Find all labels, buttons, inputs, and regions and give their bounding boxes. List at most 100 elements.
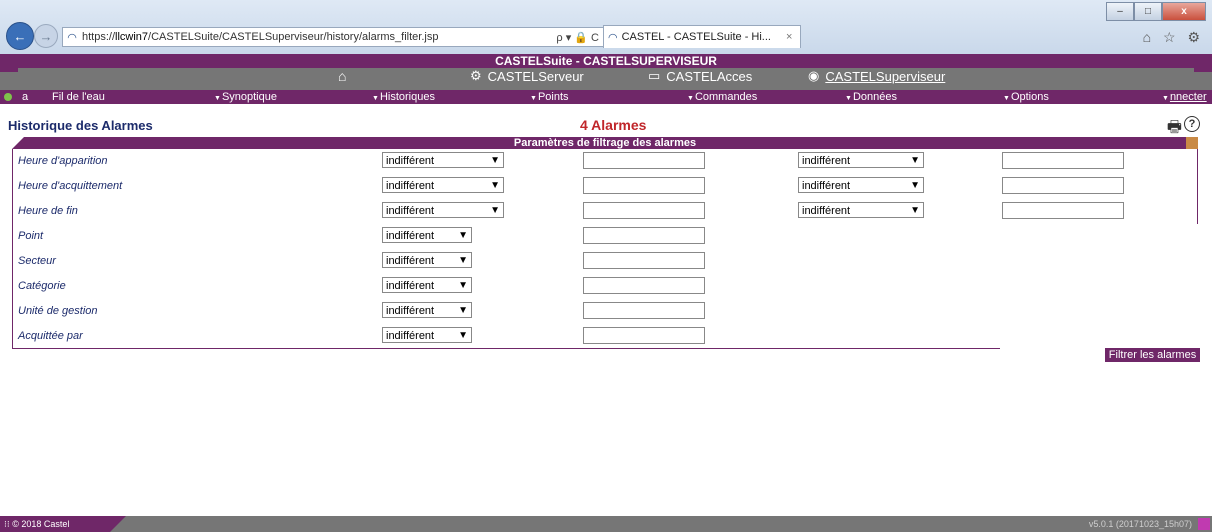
- filter-label: Catégorie: [18, 280, 66, 292]
- app-title: CASTELSuite - CASTELSUPERVISEUR: [0, 54, 1212, 68]
- back-button[interactable]: ←: [6, 22, 34, 50]
- time-condition-select[interactable]: indifférent ▼: [382, 202, 504, 218]
- chevron-down-icon: ▼: [687, 95, 694, 102]
- browser-tab[interactable]: ◠ CASTEL - CASTELSuite - Hi... ×: [603, 25, 801, 48]
- version-label: v5.0.1 (20171023_15h07): [1088, 519, 1192, 529]
- filter-label: Acquittée par: [18, 330, 83, 342]
- section-corner: [12, 137, 24, 149]
- footer-copyright: ⁝⁝ © 2018 Castel: [0, 516, 126, 532]
- chevron-down-icon: ▼: [490, 180, 500, 191]
- browser-tools-icons[interactable]: ⌂ ☆ ⚙: [1143, 29, 1204, 46]
- filter-label: Point: [18, 230, 44, 242]
- address-bar[interactable]: ◠ https://llcwin7/CASTELSuite/CASTELSupe…: [62, 27, 604, 47]
- section-header: Paramètres de filtrage des alarmes: [12, 137, 1198, 149]
- chevron-down-icon: ▼: [1003, 95, 1010, 102]
- time-value-input[interactable]: [583, 202, 705, 219]
- card-reader-icon: ▭: [648, 68, 661, 83]
- condition-select[interactable]: indifférent ▼: [382, 227, 472, 243]
- menu-logout[interactable]: ▼nnecter: [1162, 90, 1207, 106]
- menu-synoptique[interactable]: ▼Synoptique: [214, 90, 277, 106]
- forward-arrow-icon: →: [39, 28, 53, 44]
- menu-options[interactable]: ▼Options: [1003, 90, 1049, 106]
- page-title: Historique des Alarmes: [8, 118, 153, 133]
- menu-historiques[interactable]: ▼Historiques: [372, 90, 435, 106]
- eye-icon: ◉: [808, 68, 820, 83]
- close-window-button[interactable]: x: [1162, 2, 1206, 21]
- alarm-count: 4 Alarmes: [580, 117, 647, 133]
- time-condition-select-2[interactable]: indifférent ▼: [798, 177, 924, 193]
- filter-label: Heure d'apparition: [18, 155, 108, 167]
- grid-icon: ⁝⁝: [4, 519, 13, 529]
- form-border: [12, 348, 1000, 349]
- filter-row-fin: Heure de fin indifférent ▼ indifférent ▼: [12, 202, 1198, 222]
- chevron-down-icon: ▼: [845, 95, 852, 102]
- filter-row-acquittee-par: Acquittée par indifférent ▼: [12, 327, 1198, 347]
- filter-label: Heure de fin: [18, 205, 78, 217]
- chevron-down-icon: ▼: [490, 205, 500, 216]
- time-condition-select[interactable]: indifférent ▼: [382, 177, 504, 193]
- filter-row-secteur: Secteur indifférent ▼: [12, 252, 1198, 272]
- condition-select[interactable]: indifférent ▼: [382, 327, 472, 343]
- menu-donnees[interactable]: ▼Données: [845, 90, 897, 106]
- filter-row-categorie: Catégorie indifférent ▼: [12, 277, 1198, 297]
- footer: ⁝⁝ © 2018 Castel v5.0.1 (20171023_15h07): [0, 516, 1212, 532]
- menu-fil-de-leau[interactable]: Fil de l'eau: [52, 90, 105, 104]
- filter-label: Heure d'acquittement: [18, 180, 123, 192]
- castel-logo-icon: ◠: [67, 31, 77, 44]
- menu-bar: a Fil de l'eau ▼Synoptique ▼Historiques …: [0, 90, 1212, 104]
- chevron-down-icon: ▼: [458, 280, 468, 291]
- maximize-button[interactable]: □: [1134, 2, 1162, 21]
- chevron-down-icon: ▼: [910, 155, 920, 166]
- value-input[interactable]: [583, 327, 705, 344]
- minimize-button[interactable]: –: [1106, 2, 1134, 21]
- module-castelacces[interactable]: ▭ CASTELAcces: [648, 68, 752, 84]
- tab-favicon-icon: ◠: [608, 31, 618, 44]
- filter-row-point: Point indifférent ▼: [12, 227, 1198, 247]
- app-header: CASTELSuite - CASTELSUPERVISEUR ⌂ ⚙ CASTE…: [0, 54, 1212, 90]
- condition-select[interactable]: indifférent ▼: [382, 302, 472, 318]
- section-title: Paramètres de filtrage des alarmes: [513, 137, 697, 149]
- chevron-down-icon: ▼: [458, 305, 468, 316]
- menu-points[interactable]: ▼Points: [530, 90, 569, 106]
- time-value-input[interactable]: [583, 152, 705, 169]
- time-value-input-2[interactable]: [1002, 152, 1124, 169]
- value-input[interactable]: [583, 227, 705, 244]
- value-input[interactable]: [583, 277, 705, 294]
- filter-form: Heure d'apparition indifférent ▼ indiffér…: [12, 149, 1198, 349]
- chevron-down-icon: ▼: [530, 95, 537, 102]
- filter-row-apparition: Heure d'apparition indifférent ▼ indiffér…: [12, 152, 1198, 172]
- module-castelserveur[interactable]: ⚙ CASTELServeur: [470, 68, 584, 84]
- address-tools[interactable]: ρ ▾ 🔒 C: [541, 31, 603, 44]
- time-value-input[interactable]: [583, 177, 705, 194]
- status-dot-icon: [4, 93, 12, 101]
- module-bar: ⚙ CASTELServeur ▭ CASTELAcces ◉ CASTELSuper…: [0, 68, 1212, 86]
- chevron-down-icon: ▼: [458, 330, 468, 341]
- chevron-down-icon: ▼: [1162, 95, 1169, 102]
- module-castelsuperviseur[interactable]: ◉ CASTELSuperviseur: [808, 68, 945, 84]
- value-input[interactable]: [583, 302, 705, 319]
- chevron-down-icon: ▼: [458, 230, 468, 241]
- gears-icon: ⚙: [470, 68, 482, 83]
- time-value-input-2[interactable]: [1002, 202, 1124, 219]
- condition-select[interactable]: indifférent ▼: [382, 252, 472, 268]
- filter-row-unite-gestion: Unité de gestion indifférent ▼: [12, 302, 1198, 322]
- forward-button[interactable]: →: [34, 24, 58, 48]
- menu-commandes[interactable]: ▼Commandes: [687, 90, 757, 106]
- menu-user[interactable]: a: [22, 90, 28, 104]
- time-condition-select-2[interactable]: indifférent ▼: [798, 202, 924, 218]
- value-input[interactable]: [583, 252, 705, 269]
- time-value-input-2[interactable]: [1002, 177, 1124, 194]
- help-icon[interactable]: ?: [1184, 116, 1200, 132]
- filter-alarms-button[interactable]: Filtrer les alarmes: [1105, 348, 1200, 362]
- chevron-down-icon: ▼: [372, 95, 379, 102]
- chevron-down-icon: ▼: [910, 180, 920, 191]
- section-toggle[interactable]: [1186, 137, 1198, 149]
- tab-close-icon[interactable]: ×: [786, 31, 800, 43]
- condition-select[interactable]: indifférent ▼: [382, 277, 472, 293]
- filter-label: Secteur: [18, 255, 56, 267]
- time-condition-select[interactable]: indifférent ▼: [382, 152, 504, 168]
- chevron-down-icon: ▼: [490, 155, 500, 166]
- time-condition-select-2[interactable]: indifférent ▼: [798, 152, 924, 168]
- window-controls: – □ x: [1106, 2, 1206, 21]
- address-url[interactable]: https://llcwin7/CASTELSuite/CASTELSuperv…: [82, 31, 541, 43]
